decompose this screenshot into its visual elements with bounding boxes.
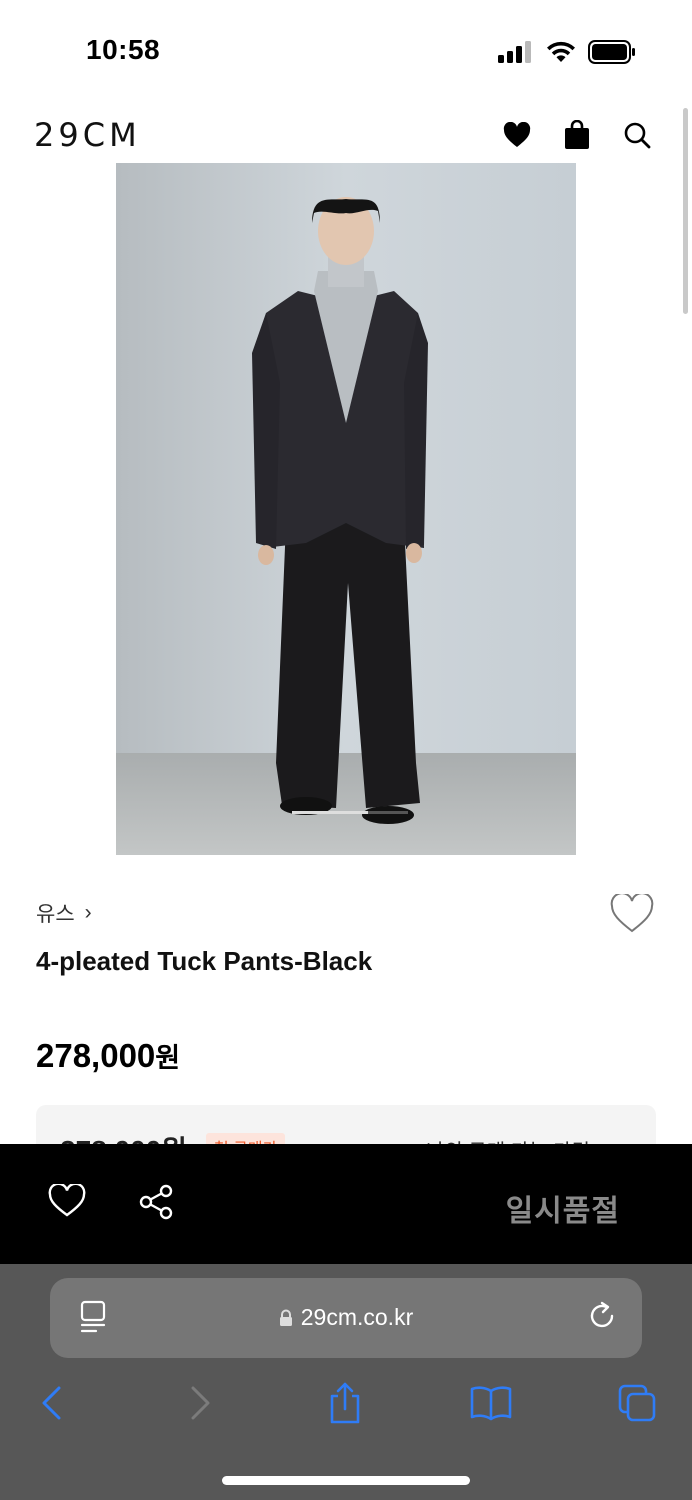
heart-icon[interactable] — [48, 1182, 86, 1220]
forward-icon[interactable] — [178, 1380, 224, 1426]
heart-outline-icon[interactable] — [610, 892, 654, 936]
lock-icon — [279, 1306, 293, 1333]
price-unit: 원 — [155, 1043, 181, 1073]
battery-icon — [588, 40, 635, 64]
site-logo[interactable]: 29CM — [34, 116, 141, 154]
tabs-icon[interactable] — [614, 1380, 660, 1426]
product-image[interactable] — [116, 163, 576, 855]
status-time: 10:58 — [86, 34, 161, 65]
brand-name: 유스 — [36, 903, 75, 926]
wifi-icon — [547, 41, 575, 62]
share-sheet-icon[interactable] — [322, 1380, 368, 1426]
reload-icon[interactable] — [586, 1300, 618, 1334]
header-icons — [500, 118, 654, 152]
browser-chrome: 29cm.co.kr — [0, 1264, 692, 1500]
status-bar: 10:58 — [0, 0, 692, 100]
share-icon[interactable] — [138, 1184, 176, 1222]
product-price: 278,000원 — [36, 1036, 180, 1075]
status-icons — [498, 40, 636, 64]
site-header: 29CM — [0, 100, 692, 164]
search-icon[interactable] — [620, 118, 654, 152]
shopping-bag-icon[interactable] — [560, 118, 594, 152]
bookmarks-icon[interactable] — [468, 1380, 514, 1426]
url-display: 29cm.co.kr — [50, 1304, 642, 1333]
price-value: 278,000 — [36, 1037, 156, 1074]
scroll-indicator[interactable] — [683, 108, 688, 314]
coupon-price: 278,000원 — [60, 1129, 187, 1145]
address-bar[interactable]: 29cm.co.kr — [50, 1278, 642, 1358]
home-indicator[interactable] — [222, 1476, 470, 1485]
browser-toolbar — [0, 1374, 692, 1444]
product-title: 4-pleated Tuck Pants-Black — [36, 946, 373, 976]
coupon-box[interactable]: 278,000원 첫 구매가 나의 구매 가능 가격 — [36, 1105, 656, 1145]
bottom-action-bar: 일시품절 — [0, 1144, 692, 1264]
wishlist-heart-icon[interactable] — [500, 118, 534, 152]
chevron-right-icon: › — [84, 901, 92, 924]
cellular-signal-icon — [498, 41, 531, 63]
back-icon[interactable] — [28, 1380, 74, 1426]
url-text: 29cm.co.kr — [300, 1304, 414, 1330]
brand-link[interactable]: 유스 › — [36, 898, 92, 928]
soldout-button[interactable]: 일시품절 — [506, 1186, 620, 1230]
